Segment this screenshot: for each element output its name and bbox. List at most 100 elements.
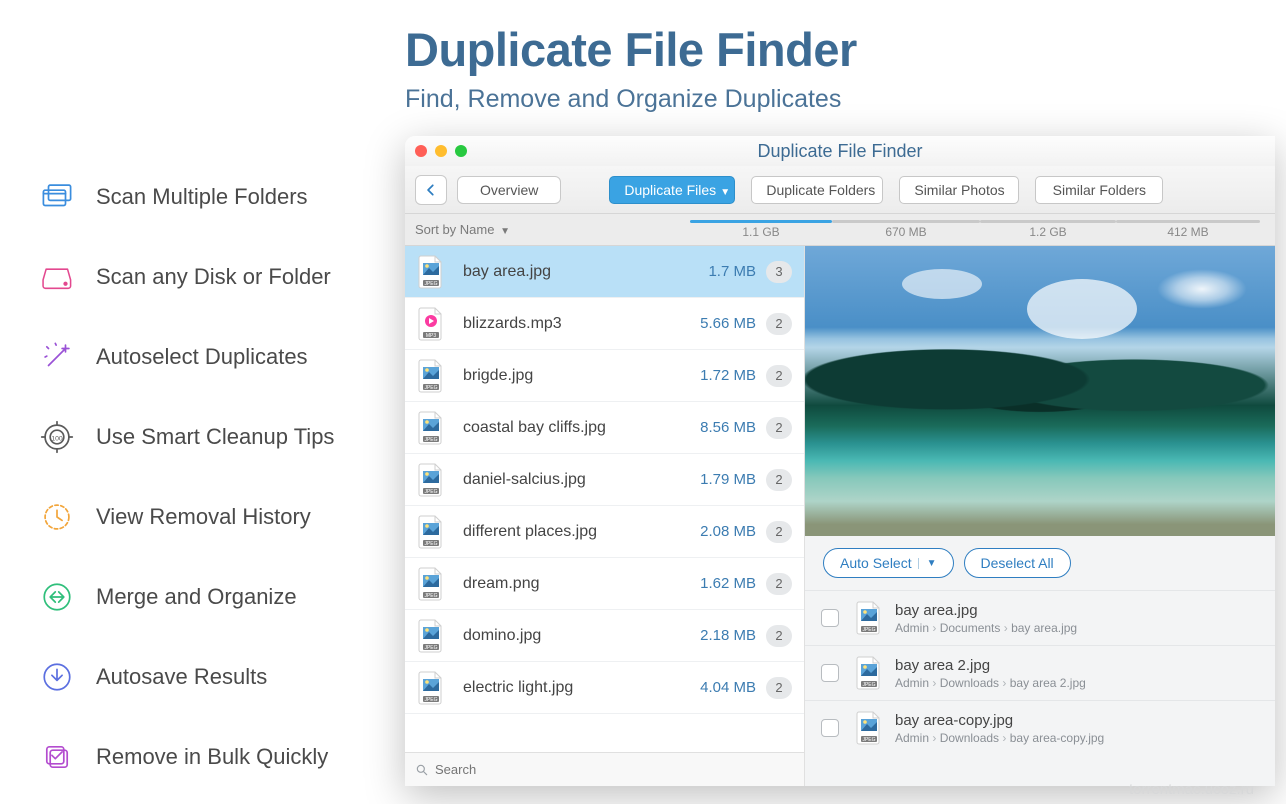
checkbox[interactable] [821,719,839,737]
merge-icon [40,580,74,614]
svg-text:JPEG: JPEG [424,593,437,599]
tab-label: Duplicate Files [624,182,716,198]
path-crumb: bay area.jpg [1011,621,1077,635]
duplicate-row[interactable]: JPEG bay area 2.jpg AdminDownloadsbay ar… [805,645,1275,700]
tab-size-text: 1.2 GB [1029,225,1066,239]
close-window-button[interactable] [415,145,427,157]
file-type-icon: JPEG [417,619,445,653]
file-row[interactable]: JPEG electric light.jpg 4.04 MB 2 [405,662,804,714]
duplicate-info: bay area 2.jpg AdminDownloadsbay area 2.… [895,657,1086,690]
svg-text:JPEG: JPEG [862,627,875,633]
feature-label: Merge and Organize [96,584,297,610]
file-name: bay area.jpg [463,263,708,281]
file-row[interactable]: JPEG daniel-salcius.jpg 1.79 MB 2 [405,454,804,506]
tab-label: Duplicate Folders [766,182,875,198]
feature-item: Autosave Results [40,660,385,694]
feature-item: Remove in Bulk Quickly [40,740,385,774]
file-row[interactable]: JPEG coastal bay cliffs.jpg 8.56 MB 2 [405,402,804,454]
deselect-all-button[interactable]: Deselect All [964,548,1071,578]
path-crumb: Documents [940,621,1011,635]
file-size: 8.56 MB [700,419,756,436]
duplicate-row[interactable]: JPEG bay area-copy.jpg AdminDownloadsbay… [805,700,1275,755]
file-type-icon: JPEG [417,359,445,393]
file-type-icon: MP3 [417,307,445,341]
minimize-window-button[interactable] [435,145,447,157]
chevron-down-icon: ▼ [918,558,937,569]
file-type-icon: JPEG [417,515,445,549]
feature-label: Autosave Results [96,664,267,690]
tab-duplicate-folders[interactable]: Duplicate Folders [743,176,891,204]
file-row[interactable]: MP3 blizzards.mp3 5.66 MB 2 [405,298,804,350]
file-type-icon: JPEG [855,711,883,745]
tab-label: Similar Photos [914,182,1004,198]
path-crumb: bay area 2.jpg [1010,676,1086,690]
svg-text:100: 100 [51,435,63,442]
file-name: domino.jpg [463,627,700,645]
auto-select-button[interactable]: Auto Select ▼ [823,548,954,578]
file-row[interactable]: JPEG domino.jpg 2.18 MB 2 [405,610,804,662]
file-size: 1.7 MB [708,263,756,280]
feature-label: Scan any Disk or Folder [96,264,331,290]
deselect-all-label: Deselect All [981,555,1054,571]
app-window: Duplicate File Finder Overview Duplicate… [405,136,1275,786]
file-name: blizzards.mp3 [463,315,700,333]
svg-text:JPEG: JPEG [424,437,437,443]
file-row[interactable]: JPEG different places.jpg 2.08 MB 2 [405,506,804,558]
duplicate-name: bay area 2.jpg [895,657,1086,674]
tab-similar-photos[interactable]: Similar Photos [891,176,1027,204]
hero-title: Duplicate File Finder [405,22,1286,77]
disk-icon [40,260,74,294]
wand-icon [40,340,74,374]
tabs: Duplicate Files ▼ Duplicate Folders Similar… [601,176,1171,204]
sort-dropdown[interactable]: Sort by Name ▼ [415,222,510,237]
stack-icon [40,740,74,774]
duplicate-list: JPEG bay area.jpg Admin Documents bay area… [805,590,1275,786]
feature-item: Merge and Organize [40,580,385,614]
checkbox[interactable] [821,609,839,627]
duplicate-row[interactable]: JPEG bay area.jpg AdminDocumentsbay area… [805,590,1275,645]
feature-item: Scan Multiple Folders [40,180,385,214]
file-row[interactable]: JPEG dream.png 1.62 MB 2 [405,558,804,610]
feature-item: 100Use Smart Cleanup Tips [40,420,385,454]
search-icon [415,763,429,777]
sort-label-text: Sort by Name [415,222,494,237]
action-bar: Auto Select ▼ Deselect All [805,536,1275,590]
duplicate-count-badge: 3 [766,261,792,283]
tab-size-text: 670 MB [885,225,926,239]
duplicate-info: bay area-copy.jpg AdminDownloadsbay area… [895,712,1104,745]
file-row[interactable]: JPEG bay area.jpg 1.7 MB 3 [405,246,804,298]
back-button[interactable] [415,175,447,205]
file-size: 2.18 MB [700,627,756,644]
feature-label: View Removal History [96,504,311,530]
svg-text:JPEG: JPEG [862,682,875,688]
zoom-window-button[interactable] [455,145,467,157]
feature-label: Autoselect Duplicates [96,344,308,370]
path-crumb: Admin [895,731,940,745]
path-crumb: Downloads [940,731,1010,745]
tab-similar-folders[interactable]: Similar Folders [1027,176,1171,204]
chevron-down-icon: ▼ [720,187,730,198]
tab-size-text: 1.1 GB [742,225,779,239]
file-name: daniel-salcius.jpg [463,471,700,489]
file-name: dream.png [463,575,700,593]
search-input[interactable] [435,762,794,777]
svg-text:JPEG: JPEG [424,645,437,651]
chip-icon: 100 [40,420,74,454]
tab-duplicate-files[interactable]: Duplicate Files ▼ [601,176,743,204]
overview-button[interactable]: Overview [457,176,561,204]
tab-size-indicator: 670 MB [832,220,980,239]
duplicate-count-badge: 2 [766,521,792,543]
window-title: Duplicate File Finder [405,141,1275,162]
tab-size-text: 412 MB [1167,225,1208,239]
checkbox[interactable] [821,664,839,682]
toolbar: Overview Duplicate Files ▼ Duplicate Folde… [405,166,1275,214]
file-type-icon: JPEG [417,463,445,497]
chevron-left-icon [424,183,438,197]
file-size: 2.08 MB [700,523,756,540]
file-row[interactable]: JPEG brigde.jpg 1.72 MB 2 [405,350,804,402]
file-name: brigde.jpg [463,367,700,385]
path-crumb: Admin [895,676,940,690]
svg-text:JPEG: JPEG [424,281,437,287]
path-crumb: Downloads [940,676,1010,690]
chevron-down-icon: ▼ [500,226,510,237]
